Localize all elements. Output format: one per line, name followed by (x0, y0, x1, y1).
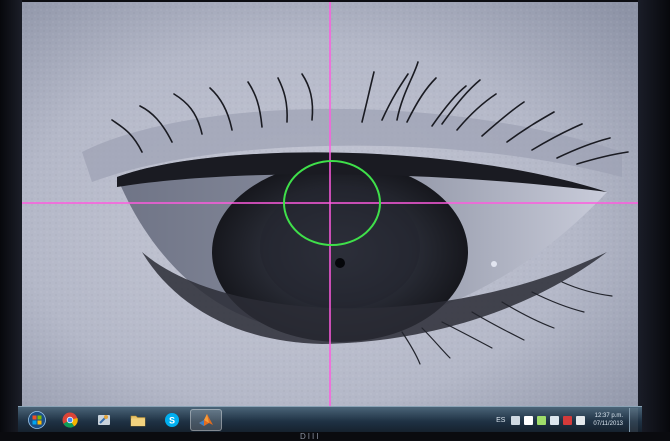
skype-icon: S (165, 413, 179, 427)
tools-button[interactable] (88, 409, 120, 431)
antivirus-icon[interactable] (563, 415, 573, 425)
folder-button[interactable] (122, 409, 154, 431)
arrow-up-icon[interactable] (511, 415, 521, 425)
system-tray: ES 12:37 p.m. 07/11/2013 (496, 407, 642, 433)
start-button[interactable] (22, 409, 52, 431)
volume-icon[interactable] (576, 415, 586, 425)
battery-icon[interactable] (537, 415, 547, 425)
language-indicator[interactable]: ES (496, 417, 505, 424)
eye-image (22, 2, 638, 406)
svg-text:S: S (169, 416, 175, 426)
eye-camera-view (22, 2, 638, 406)
matlab-icon (199, 414, 213, 426)
folder-icon (130, 415, 146, 427)
windows-logo-icon (28, 411, 46, 429)
clock-date: 07/11/2013 (593, 421, 623, 427)
clock-time: 12:37 p.m. (594, 413, 623, 419)
network-icon[interactable] (550, 415, 560, 425)
skype-button[interactable]: S (156, 409, 188, 431)
chrome-button[interactable] (54, 409, 86, 431)
taskbar: S ES 12:37 p.m. 07/11/2013 (18, 406, 642, 433)
monitor-bottom-bezel (0, 432, 670, 440)
show-desktop-button[interactable] (629, 408, 638, 432)
matlab-button[interactable] (190, 409, 222, 431)
monitor-bezel-left (0, 0, 22, 440)
chrome-icon (62, 412, 78, 428)
tools-icon (98, 415, 110, 425)
flag-icon[interactable] (524, 415, 534, 425)
monitor-bezel-right (638, 0, 670, 440)
clock[interactable]: 12:37 p.m. 07/11/2013 (593, 412, 623, 428)
